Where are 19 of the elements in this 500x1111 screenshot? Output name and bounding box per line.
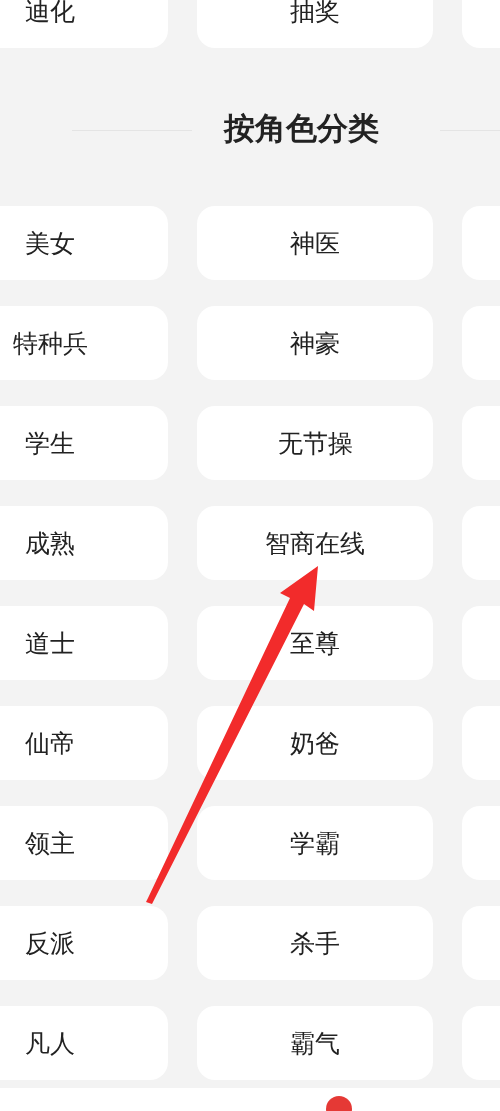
category-chip[interactable]: 霸气 — [197, 1006, 433, 1080]
category-chip[interactable]: 智商在线 — [197, 506, 433, 580]
category-chip[interactable]: 杀手 — [197, 906, 433, 980]
category-chip[interactable]: 至尊 — [197, 606, 433, 680]
category-chip[interactable]: 学生 — [0, 406, 168, 480]
category-chip[interactable]: 特种兵 — [0, 306, 168, 380]
category-chip[interactable]: 学霸 — [197, 806, 433, 880]
category-chip[interactable]: 道士 — [0, 606, 168, 680]
category-chip[interactable]: 奶爸 — [197, 706, 433, 780]
category-chip[interactable]: 无节操 — [197, 406, 433, 480]
category-chip[interactable]: 神豪 — [197, 306, 433, 380]
category-chip[interactable]: 神医 — [197, 206, 433, 280]
category-chip[interactable]: 成熟 — [0, 506, 168, 580]
category-chip[interactable]: 仙帝 — [0, 706, 168, 780]
category-chip[interactable]: 凡人 — [0, 1006, 168, 1080]
category-chip[interactable]: 反派 — [0, 906, 168, 980]
section-title: 按角色分类 — [224, 109, 379, 148]
category-chip[interactable]: 美女 — [0, 206, 168, 280]
category-chip[interactable]: 领主 — [0, 806, 168, 880]
